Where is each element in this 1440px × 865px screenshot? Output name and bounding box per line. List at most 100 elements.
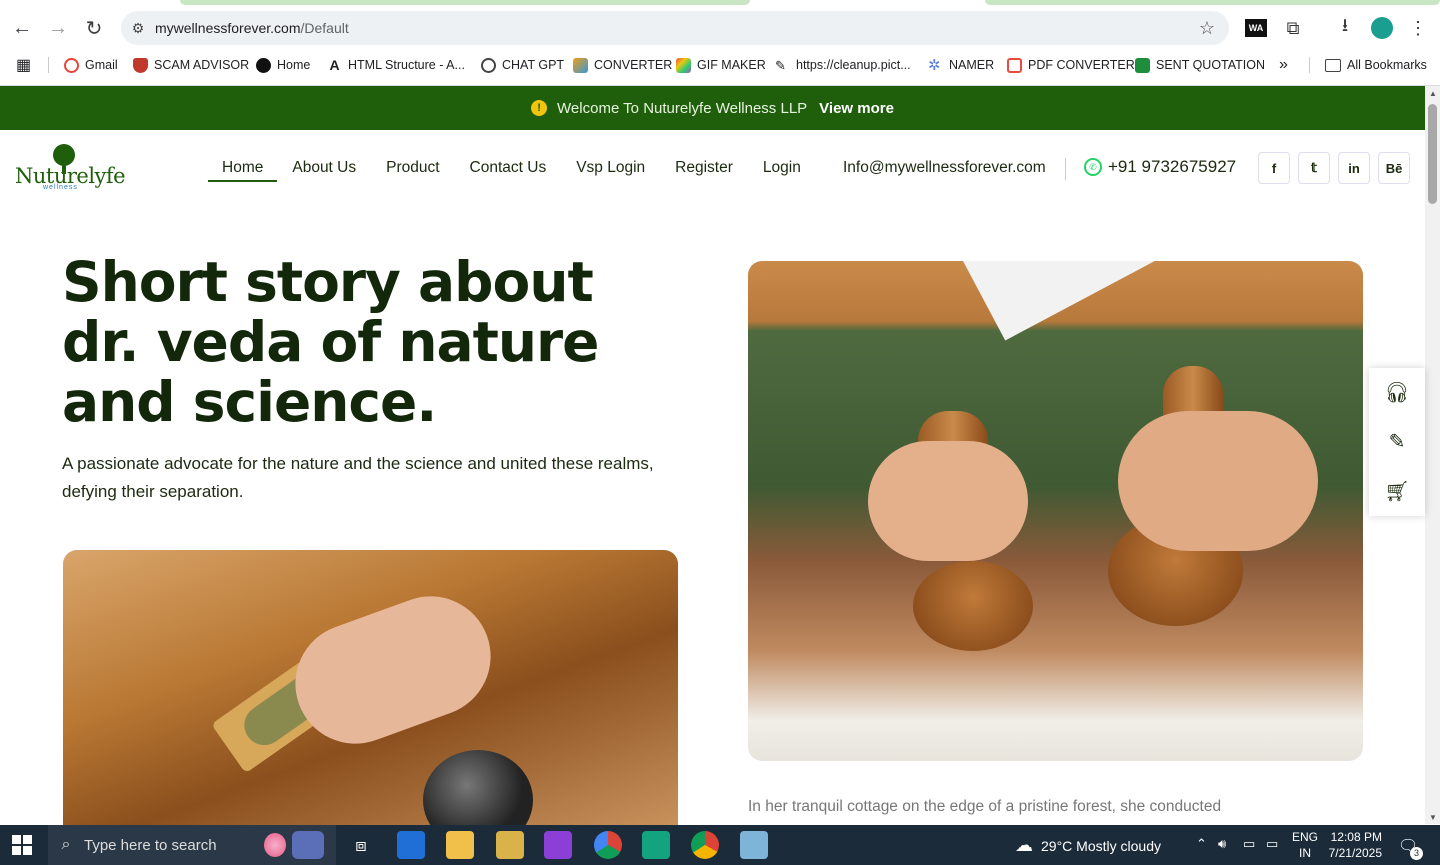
search-icon: ⌕ xyxy=(61,836,71,853)
weather-widget[interactable]: ☁ 29°C Mostly cloudy xyxy=(1015,835,1161,856)
bookmarks-bar: ▦ Gmail SCAM ADVISOR Home A HTML Structur… xyxy=(0,50,1440,80)
balloons-icon xyxy=(264,833,286,857)
pencil-icon[interactable]: ✎ xyxy=(1389,429,1406,454)
notification-count: 3 xyxy=(1410,847,1423,860)
all-bookmarks[interactable]: All Bookmarks xyxy=(1325,56,1427,74)
nav-vsp-login[interactable]: Vsp Login xyxy=(561,158,660,182)
tray-chevron-icon[interactable]: ⌃ xyxy=(1196,836,1207,852)
windows-taskbar: ⌕ Type here to search ⧈ ☁ 29°C Mostly cl… xyxy=(0,825,1440,865)
network-icon[interactable]: ▭ xyxy=(1266,836,1278,852)
search-placeholder: Type here to search xyxy=(84,836,217,854)
site-info-icon[interactable]: ⚙ xyxy=(121,20,155,37)
task-view-icon[interactable]: ⧈ xyxy=(347,831,375,859)
bookmark-star-icon[interactable]: ☆ xyxy=(1199,18,1215,39)
nav-login[interactable]: Login xyxy=(748,158,816,182)
folder-icon xyxy=(1325,58,1341,72)
profile-avatar[interactable] xyxy=(1371,17,1393,39)
windows-start-icon[interactable] xyxy=(12,835,32,855)
extension-wa-icon[interactable]: WA xyxy=(1245,19,1267,37)
hero-subtitle: A passionate advocate for the nature and… xyxy=(62,454,654,501)
headset-icon[interactable]: 🎧︎ xyxy=(1384,380,1409,405)
converter-icon xyxy=(573,57,588,73)
extensions-icon[interactable]: ⧉ xyxy=(1280,14,1306,42)
scroll-thumb[interactable] xyxy=(1428,104,1437,204)
menu-kebab-icon[interactable]: ⋮ xyxy=(1406,14,1430,42)
more-bookmarks-icon[interactable]: » xyxy=(1279,56,1288,74)
site-logo[interactable]: Nuturelyfe wellness xyxy=(15,144,126,192)
home-site-icon xyxy=(256,57,271,73)
address-bar[interactable]: ⚙ mywellnessforever.com/Default ☆ xyxy=(121,11,1229,45)
url-text: mywellnessforever.com/Default xyxy=(155,20,349,36)
bookmark-namer[interactable]: ✲ NAMER xyxy=(928,56,994,74)
bookmark-chat-gpt[interactable]: CHAT GPT xyxy=(481,56,564,74)
tab-strip xyxy=(0,0,1440,5)
phone-number: +91 9732675927 xyxy=(1108,157,1237,176)
contact-phone[interactable]: ✆ +91 9732675927 xyxy=(1084,157,1236,177)
welcome-text: Welcome To Nuturelyfe Wellness LLP xyxy=(557,99,808,117)
twitter-icon[interactable]: 𝕥 xyxy=(1298,152,1330,184)
bookmark-converter[interactable]: CONVERTER xyxy=(573,56,672,74)
reload-icon[interactable]: ↻ xyxy=(80,14,108,42)
main-nav: Home About Us Product Contact Us Vsp Log… xyxy=(208,158,816,182)
nav-register[interactable]: Register xyxy=(660,158,748,182)
namer-star-icon: ✲ xyxy=(928,57,943,73)
behance-icon[interactable]: Bē xyxy=(1378,152,1410,184)
logo-subtext: wellness xyxy=(43,184,78,191)
google-icon xyxy=(64,57,79,73)
speaker-icon[interactable]: 🔊︎ xyxy=(1218,836,1226,852)
file-explorer-icon[interactable] xyxy=(446,831,474,859)
app-cube-icon[interactable] xyxy=(642,831,670,859)
nav-about-us[interactable]: About Us xyxy=(277,158,371,182)
notepad-icon[interactable] xyxy=(740,831,768,859)
bookmark-html-structure[interactable]: A HTML Structure - A... xyxy=(327,56,465,74)
bookmark-pdf-converter[interactable]: PDF CONVERTER xyxy=(1007,56,1135,74)
cart-icon[interactable]: 🛒︎ xyxy=(1384,479,1409,504)
alert-icon: ! xyxy=(531,100,548,116)
cloud-icon: ☁ xyxy=(1015,835,1033,855)
hero-title: Short story about dr. veda of nature and… xyxy=(62,250,600,434)
bookmark-sent-quotation[interactable]: SENT QUOTATION xyxy=(1135,56,1265,74)
massage-photo xyxy=(748,261,1363,761)
page-scrollbar[interactable]: ▲ ▼ xyxy=(1425,86,1440,824)
cleanup-brush-icon: ✎ xyxy=(775,57,790,73)
camera-icon xyxy=(292,831,324,859)
meet-icon[interactable]: ▭ xyxy=(1243,836,1255,852)
herbs-photo xyxy=(63,550,678,830)
visual-studio-icon[interactable] xyxy=(544,831,572,859)
language-indicator[interactable]: ENG IN xyxy=(1292,829,1318,861)
whatsapp-icon: ✆ xyxy=(1084,158,1102,176)
view-more-link[interactable]: View more xyxy=(819,100,894,117)
chrome-profile-icon[interactable] xyxy=(594,831,622,859)
bookmark-home[interactable]: Home xyxy=(256,56,310,74)
back-icon[interactable]: ← xyxy=(8,14,36,42)
download-icon[interactable]: ⭳ xyxy=(1332,14,1358,42)
browser-chrome: ← → ↻ ⚙ mywellnessforever.com/Default ☆ … xyxy=(0,0,1440,86)
facebook-icon[interactable]: f xyxy=(1258,152,1290,184)
apps-grid-icon[interactable]: ▦ xyxy=(16,56,31,74)
linkedin-icon[interactable]: in xyxy=(1338,152,1370,184)
site-header: Nuturelyfe wellness Home About Us Produc… xyxy=(0,130,1425,206)
story-caption: In her tranquil cottage on the edge of a… xyxy=(748,798,1222,815)
nav-product[interactable]: Product xyxy=(371,158,454,182)
store-icon[interactable] xyxy=(397,831,425,859)
bookmark-scam-advisor[interactable]: SCAM ADVISOR xyxy=(133,56,249,74)
bookmark-gif-maker[interactable]: GIF MAKER xyxy=(676,56,766,74)
taskbar-search[interactable]: ⌕ Type here to search xyxy=(48,825,336,865)
clock[interactable]: 12:08 PM 7/21/2025 xyxy=(1326,829,1382,861)
nav-home[interactable]: Home xyxy=(208,158,278,182)
bookmark-cleanup[interactable]: ✎ https://cleanup.pict... xyxy=(775,56,911,74)
a-letter-icon: A xyxy=(327,57,342,73)
openai-icon xyxy=(481,57,496,73)
forward-icon[interactable]: → xyxy=(44,14,72,42)
nav-contact-us[interactable]: Contact Us xyxy=(455,158,562,182)
divider xyxy=(1065,158,1066,180)
chrome-icon[interactable] xyxy=(691,831,719,859)
shield-icon xyxy=(133,57,148,73)
floating-action-panel: 🎧︎ ✎ 🛒︎ xyxy=(1369,368,1425,516)
contact-email[interactable]: Info@mywellnessforever.com xyxy=(843,159,1046,177)
bookmark-gmail[interactable]: Gmail xyxy=(64,56,118,74)
gif-maker-icon xyxy=(676,57,691,73)
welcome-banner: ! Welcome To Nuturelyfe Wellness LLP Vie… xyxy=(0,86,1425,130)
image-app-icon[interactable] xyxy=(496,831,524,859)
sheets-icon xyxy=(1135,57,1150,73)
